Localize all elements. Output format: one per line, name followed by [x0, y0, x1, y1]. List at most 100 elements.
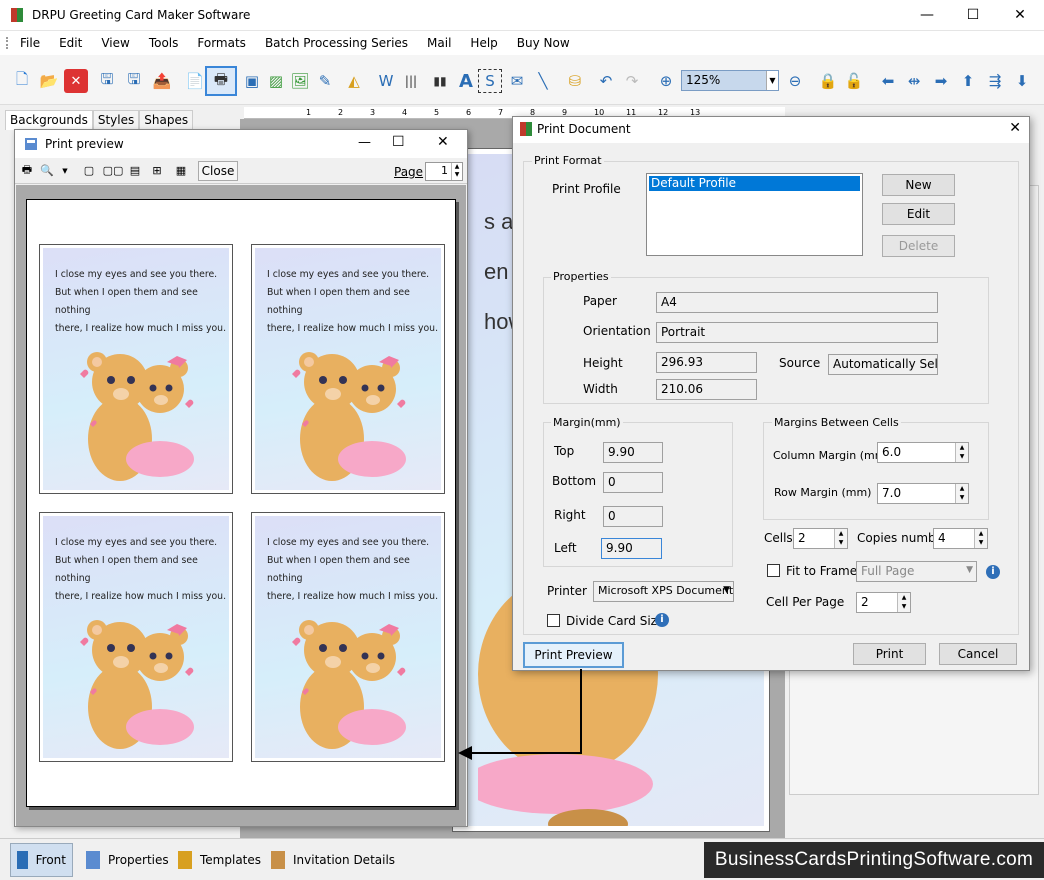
close-window-button[interactable]: ✕ [997, 0, 1043, 30]
height-field[interactable]: 296.93 [656, 352, 757, 373]
menu-edit[interactable]: Edit [59, 36, 82, 50]
tab-templates[interactable]: Templates [172, 843, 267, 877]
print-icon[interactable]: 🖶 [205, 66, 237, 96]
text-icon[interactable]: A [454, 69, 478, 93]
one-page-icon[interactable]: ▢ [81, 163, 97, 178]
cancel-button[interactable]: Cancel [939, 643, 1017, 665]
right-margin-field[interactable]: 0 [603, 506, 663, 527]
width-field[interactable]: 210.06 [656, 379, 757, 400]
flip-vertical-icon[interactable]: ⇶ [983, 69, 1007, 93]
print-preview-icon[interactable]: ▣ [240, 69, 264, 93]
flip-horizontal-icon[interactable]: ⇹ [902, 69, 926, 93]
minimize-button[interactable]: — [904, 0, 950, 30]
undo-icon[interactable]: ↶ [594, 69, 618, 93]
spinner-icon[interactable]: ▲ ▼ [955, 443, 968, 462]
zoom-out-icon[interactable]: ⊖ [783, 69, 807, 93]
printer-select[interactable]: Microsoft XPS Document Writer ▼ [593, 581, 734, 602]
picture-icon[interactable]: 🖼 [288, 69, 312, 93]
profile-list-item[interactable]: Default Profile [649, 176, 860, 191]
image-icon[interactable]: ▨ [264, 69, 288, 93]
menu-batch[interactable]: Batch Processing Series [265, 36, 408, 50]
profile-list[interactable]: Default Profile [646, 173, 863, 256]
cell-per-page-input[interactable]: 2 ▲ ▼ [856, 592, 911, 613]
pen-icon[interactable]: ✎ [313, 69, 337, 93]
print-icon[interactable]: 🖶 [19, 163, 35, 178]
arrow-up-icon[interactable]: ⬆ [956, 69, 980, 93]
barcode-icon[interactable]: ||| [399, 69, 423, 93]
mail-icon[interactable]: ✉ [505, 69, 529, 93]
unlock-icon[interactable]: 🔓 [842, 69, 866, 93]
close-icon[interactable]: ✕ [437, 134, 449, 150]
page-setup-icon[interactable]: 📄 [183, 69, 207, 93]
three-pages-icon[interactable]: ▤ [127, 163, 143, 178]
zoom-in-icon[interactable]: ⊕ [654, 69, 678, 93]
arrow-left-icon[interactable]: ⬅ [876, 69, 900, 93]
delete-profile-button[interactable]: Delete [882, 235, 955, 257]
menu-view[interactable]: View [101, 36, 129, 50]
export-icon[interactable]: 📤 [150, 69, 174, 93]
page-number-input[interactable]: 1 ▲ ▼ [425, 162, 463, 181]
print-button[interactable]: Print [853, 643, 926, 665]
copies-input[interactable]: 4 ▲ ▼ [933, 528, 988, 549]
save-icon[interactable]: 🖫 [95, 69, 119, 93]
zoom-icon[interactable]: 🔍 [39, 163, 55, 178]
column-margin-input[interactable]: 6.0 ▲ ▼ [877, 442, 969, 463]
six-pages-icon[interactable]: ▦ [173, 163, 189, 178]
bottom-margin-field[interactable]: 0 [603, 472, 663, 493]
fit-mode-select[interactable]: Full Page ▼ [856, 561, 977, 582]
zoom-select[interactable]: 125% ▼ [681, 70, 779, 91]
source-field[interactable]: Automatically Select [828, 354, 938, 375]
four-pages-icon[interactable]: ⊞ [149, 163, 165, 178]
spinner-icon[interactable]: ▲ ▼ [974, 529, 987, 548]
maximize-icon[interactable]: ☐ [392, 134, 405, 150]
new-profile-button[interactable]: New [882, 174, 955, 196]
close-icon[interactable]: ✕ [1009, 120, 1021, 136]
arrow-right-icon[interactable]: ➡ [929, 69, 953, 93]
save-as-icon[interactable]: 🖫 [122, 69, 146, 93]
watermark-icon[interactable]: W [374, 69, 398, 93]
edit-profile-button[interactable]: Edit [882, 203, 955, 225]
info-icon[interactable]: i [655, 613, 669, 627]
barcode2-icon[interactable]: ▮▮ [428, 69, 452, 93]
tab-styles[interactable]: Styles [92, 110, 140, 130]
paper-field[interactable]: A4 [656, 292, 938, 313]
fit-to-frame-checkbox[interactable] [767, 564, 780, 577]
spinner-icon[interactable]: ▲ ▼ [451, 163, 462, 180]
shapes-icon[interactable]: ◭ [342, 69, 366, 93]
top-margin-field[interactable]: 9.90 [603, 442, 663, 463]
preview-close-button[interactable]: Close [198, 161, 238, 181]
menu-buy-now[interactable]: Buy Now [517, 36, 570, 50]
menu-mail[interactable]: Mail [427, 36, 451, 50]
divide-card-size-checkbox[interactable] [547, 614, 560, 627]
open-icon[interactable]: 📂 [37, 69, 61, 93]
new-icon[interactable]: 🗋 [10, 69, 34, 93]
tab-backgrounds[interactable]: Backgrounds [5, 110, 93, 130]
spinner-icon[interactable]: ▲ ▼ [834, 529, 847, 548]
menu-tools[interactable]: Tools [149, 36, 179, 50]
menu-file[interactable]: File [20, 36, 40, 50]
two-pages-icon[interactable]: ▢▢ [103, 163, 124, 178]
signature-icon[interactable]: S [478, 69, 502, 93]
menu-help[interactable]: Help [470, 36, 497, 50]
spinner-icon[interactable]: ▲ ▼ [897, 593, 910, 612]
close-file-icon[interactable]: ✕ [64, 69, 88, 93]
tab-front[interactable]: Front [10, 843, 73, 877]
maximize-button[interactable]: ☐ [950, 0, 996, 30]
orientation-field[interactable]: Portrait [656, 322, 938, 343]
row-margin-input[interactable]: 7.0 ▲ ▼ [877, 483, 969, 504]
redo-icon[interactable]: ↷ [620, 69, 644, 93]
menu-formats[interactable]: Formats [197, 36, 246, 50]
spinner-icon[interactable]: ▲ ▼ [955, 484, 968, 503]
left-margin-field[interactable]: 9.90 [601, 538, 662, 559]
tab-invitation-details[interactable]: Invitation Details [265, 843, 401, 877]
tab-properties[interactable]: Properties [80, 843, 175, 877]
chevron-down-icon[interactable]: ▼ [57, 163, 73, 178]
minimize-icon[interactable]: — [358, 135, 371, 150]
line-icon[interactable]: ╲ [531, 69, 555, 93]
arrow-down-icon[interactable]: ⬇ [1010, 69, 1034, 93]
database-icon[interactable]: ⛁ [563, 69, 587, 93]
print-preview-button[interactable]: Print Preview [523, 642, 624, 668]
info-icon[interactable]: i [986, 565, 1000, 579]
lock-icon[interactable]: 🔒 [816, 69, 840, 93]
cells-input[interactable]: 2 ▲ ▼ [793, 528, 848, 549]
